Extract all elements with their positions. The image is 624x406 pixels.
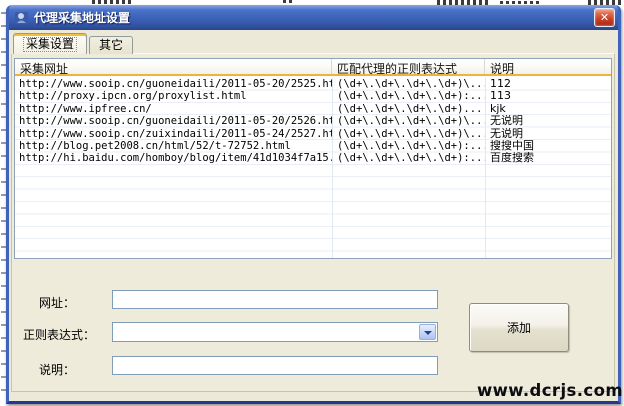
cell-description: 113 [485, 90, 611, 102]
cell-url: http://www.sooip.cn/zuixindaili/2011-05-… [15, 128, 332, 140]
column-header-url[interactable]: 采集网址 [15, 59, 332, 74]
cell-regex: (\d+\.\d+\.\d+\.\d+):... [332, 90, 485, 102]
cell-regex: (\d+\.\d+\.\d+\.\d+):... [332, 152, 485, 164]
cell-regex: (\d+\.\d+\.\d+\.\d+)\... [332, 128, 485, 140]
cell-url: http://www.sooip.cn/guoneidaili/2011-05-… [15, 115, 332, 127]
regex-combobox[interactable] [112, 322, 438, 342]
background-window-fragment [92, 0, 132, 4]
tab-label: 其它 [99, 38, 123, 52]
table-row[interactable]: http://www.sooip.cn/guoneidaili/2011-05-… [15, 115, 611, 127]
tab-label: 采集设置 [23, 37, 77, 52]
cell-description: 无说明 [485, 115, 611, 127]
title-bar[interactable]: 代理采集地址设置 ✕ [9, 5, 618, 30]
tab-collection-settings[interactable]: 采集设置 [13, 33, 87, 54]
cell-regex: (\d+\.\d+\.\d+\.\d+)... [332, 103, 485, 115]
cell-description: 无说明 [485, 128, 611, 140]
table-row[interactable]: http://proxy.ipcn.org/proxylist.html (\d… [15, 90, 611, 102]
tab-page-collection-settings: 采集网址 匹配代理的正则表达式 说明 http://www.sooip.cn/g… [11, 53, 615, 392]
cell-regex: (\d+\.\d+\.\d+\.\d+)\... [332, 78, 485, 90]
window-title: 代理采集地址设置 [34, 9, 594, 26]
add-button[interactable]: 添加 [469, 303, 569, 352]
dialog-client-area: 采集设置 其它 采集网址 匹配代理的正则表达式 说明 http://www.so… [9, 30, 618, 401]
url-input[interactable] [112, 290, 438, 309]
cell-url: http://www.sooip.cn/guoneidaili/2011-05-… [15, 78, 332, 90]
description-input[interactable] [112, 356, 438, 375]
regex-label: 正则表达式： [23, 326, 95, 343]
table-row[interactable]: http://blog.pet2008.cn/html/52/t-72752.h… [15, 140, 611, 152]
proxy-url-list[interactable]: 采集网址 匹配代理的正则表达式 说明 http://www.sooip.cn/g… [14, 58, 612, 259]
chevron-down-icon[interactable] [419, 324, 436, 340]
watermark: www.dcrjs.com [477, 381, 623, 400]
cell-url: http://www.ipfree.cn/ [15, 103, 332, 115]
table-row[interactable]: http://www.sooip.cn/guoneidaili/2011-05-… [15, 78, 611, 90]
background-window-fragment [283, 0, 295, 3]
cell-url: http://blog.pet2008.cn/html/52/t-72752.h… [15, 140, 332, 152]
cell-url: http://proxy.ipcn.org/proxylist.html [15, 90, 332, 102]
table-row[interactable]: http://www.sooip.cn/zuixindaili/2011-05-… [15, 128, 611, 140]
cell-regex: (\d+\.\d+\.\d+\.\d+):... [332, 140, 485, 152]
list-body: http://www.sooip.cn/guoneidaili/2011-05-… [15, 78, 611, 258]
table-row[interactable]: http://www.ipfree.cn/ (\d+\.\d+\.\d+\.\d… [15, 103, 611, 115]
table-row[interactable]: http://hi.baidu.com/homboy/blog/item/41d… [15, 152, 611, 164]
description-label: 说明： [39, 361, 75, 378]
cell-regex: (\d+\.\d+\.\d+\.\d+)\... [332, 115, 485, 127]
list-header: 采集网址 匹配代理的正则表达式 说明 [15, 59, 611, 76]
column-header-description[interactable]: 说明 [485, 59, 611, 74]
tab-strip: 采集设置 其它 [13, 33, 135, 54]
cell-description: 搜搜中国 [485, 140, 611, 152]
column-header-regex[interactable]: 匹配代理的正则表达式 [332, 59, 485, 74]
background-window-fragment [500, 1, 540, 4]
cell-description: 112 [485, 78, 611, 90]
app-icon [14, 10, 29, 25]
close-icon[interactable]: ✕ [594, 8, 615, 27]
dialog-proxy-collection-settings: 代理采集地址设置 ✕ 采集设置 其它 采集网址 匹配代理的正则表达式 说明 [6, 5, 621, 404]
cell-url: http://hi.baidu.com/homboy/blog/item/41d… [15, 152, 332, 164]
cell-description: 百度搜索 [485, 152, 611, 164]
cell-description: kjk [485, 103, 611, 115]
tab-other[interactable]: 其它 [89, 36, 133, 54]
url-label: 网址： [39, 294, 75, 311]
